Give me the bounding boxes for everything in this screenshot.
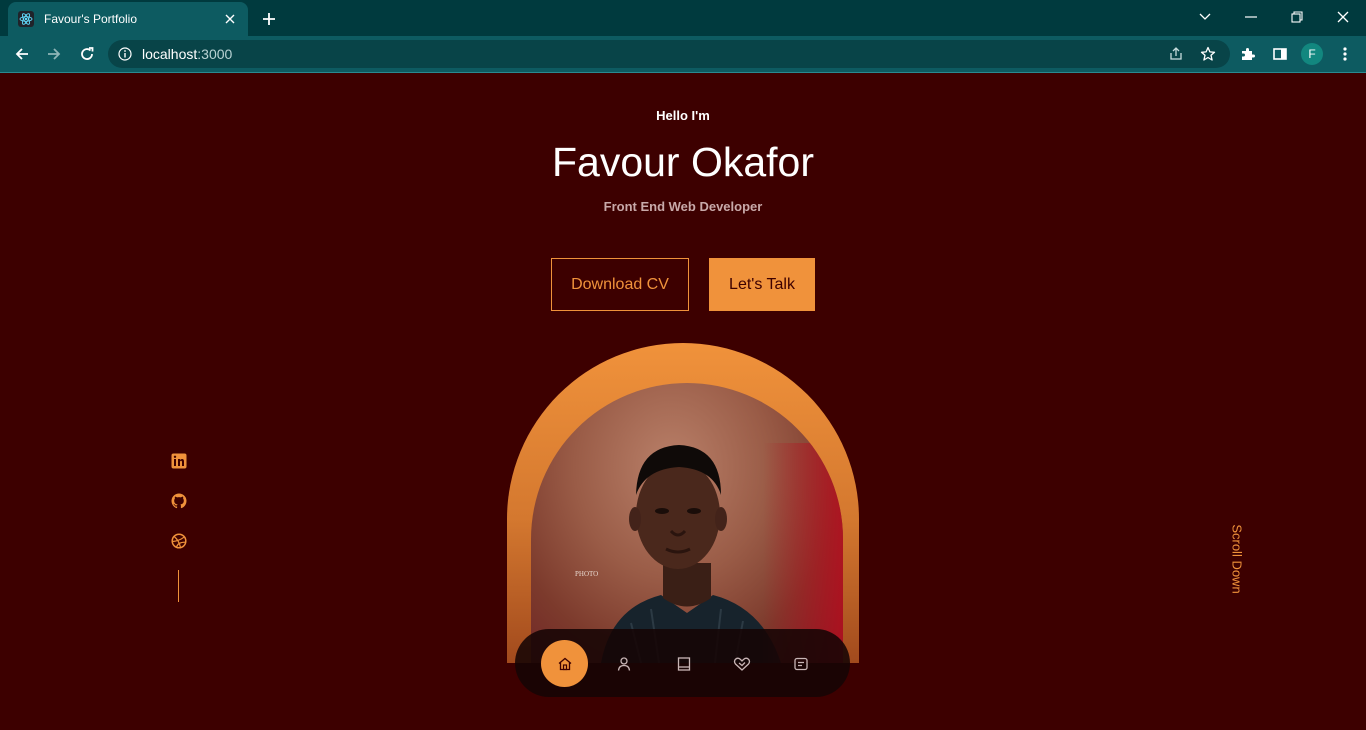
floating-nav [515,629,850,697]
browser-menu-icon[interactable] [1333,43,1357,65]
nav-services[interactable] [718,640,765,687]
github-icon[interactable] [170,492,188,510]
forward-arrow-icon[interactable] [42,43,66,65]
hero-name: Favour Okafor [551,139,815,185]
minimize-icon[interactable] [1239,6,1263,28]
tab-strip: Favour's Portfolio [0,0,1366,36]
close-icon[interactable] [222,11,238,27]
site-info-icon[interactable] [118,47,132,61]
profile-photo: PHOTO [531,383,843,663]
back-arrow-icon[interactable] [10,43,34,65]
user-icon [616,656,632,672]
linkedin-icon[interactable] [170,452,188,470]
tab-search-chevron-icon[interactable] [1193,6,1217,28]
nav-contact[interactable] [777,640,824,687]
portfolio-page: Hello I'm Favour Okafor Front End Web De… [0,73,1366,730]
home-icon [557,656,573,672]
scroll-down-link[interactable]: Scroll Down [1230,524,1245,593]
restore-icon[interactable] [1285,6,1309,28]
book-icon [676,656,692,672]
nav-about[interactable] [600,640,647,687]
tab-active[interactable]: Favour's Portfolio [8,2,248,36]
dribbble-icon[interactable] [170,532,188,550]
bookmark-star-icon[interactable] [1200,46,1216,62]
message-icon [793,656,809,672]
greeting-text: Hello I'm [656,108,710,123]
share-icon[interactable] [1168,46,1184,62]
url-port: :3000 [197,46,233,62]
new-tab-button[interactable] [258,8,280,30]
url-host: localhost [142,46,198,62]
react-icon [18,11,34,27]
reload-icon[interactable] [75,43,99,65]
social-divider-line [178,570,179,602]
photo-watermark: PHOTO [575,570,598,578]
lets-talk-button[interactable]: Let's Talk [709,258,815,311]
browser-chrome: Favour's Portfolio localhost:3000 F [0,0,1366,73]
hero-role: Front End Web Developer [603,199,763,214]
window-close-icon[interactable] [1331,6,1355,28]
person-illustration: PHOTO [575,445,781,663]
address-bar[interactable]: localhost:3000 [108,40,1230,68]
profile-avatar[interactable]: F [1301,43,1323,65]
nav-home[interactable] [541,640,588,687]
extensions-puzzle-icon[interactable] [1236,43,1260,65]
browser-toolbar: localhost:3000 F [0,36,1366,72]
url-text: localhost:3000 [142,46,232,62]
side-panel-icon[interactable] [1268,43,1292,65]
nav-experience[interactable] [660,640,707,687]
download-cv-button[interactable]: Download CV [551,258,689,311]
tab-title: Favour's Portfolio [44,12,137,26]
handshake-icon [733,656,751,672]
